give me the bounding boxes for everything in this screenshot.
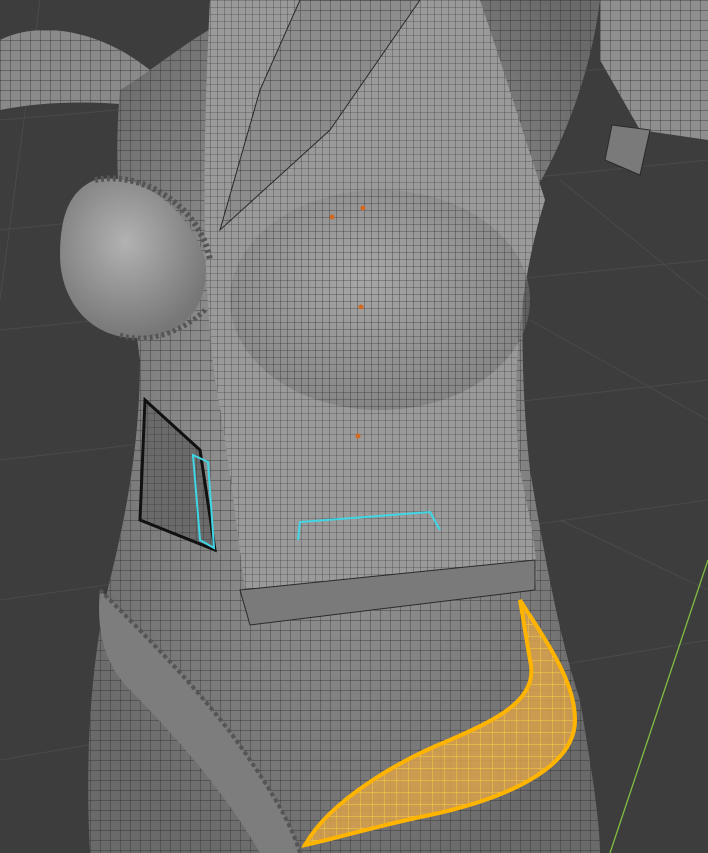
jacket-mesh[interactable] bbox=[204, 0, 546, 626]
y-axis-line bbox=[609, 559, 708, 853]
3d-viewport[interactable] bbox=[0, 0, 708, 853]
vertex-dot bbox=[355, 433, 361, 439]
vertex-dot bbox=[360, 205, 366, 211]
vertex-dot bbox=[358, 304, 364, 310]
right-arm-mesh[interactable] bbox=[600, 0, 708, 176]
vertex-dot bbox=[329, 214, 335, 220]
